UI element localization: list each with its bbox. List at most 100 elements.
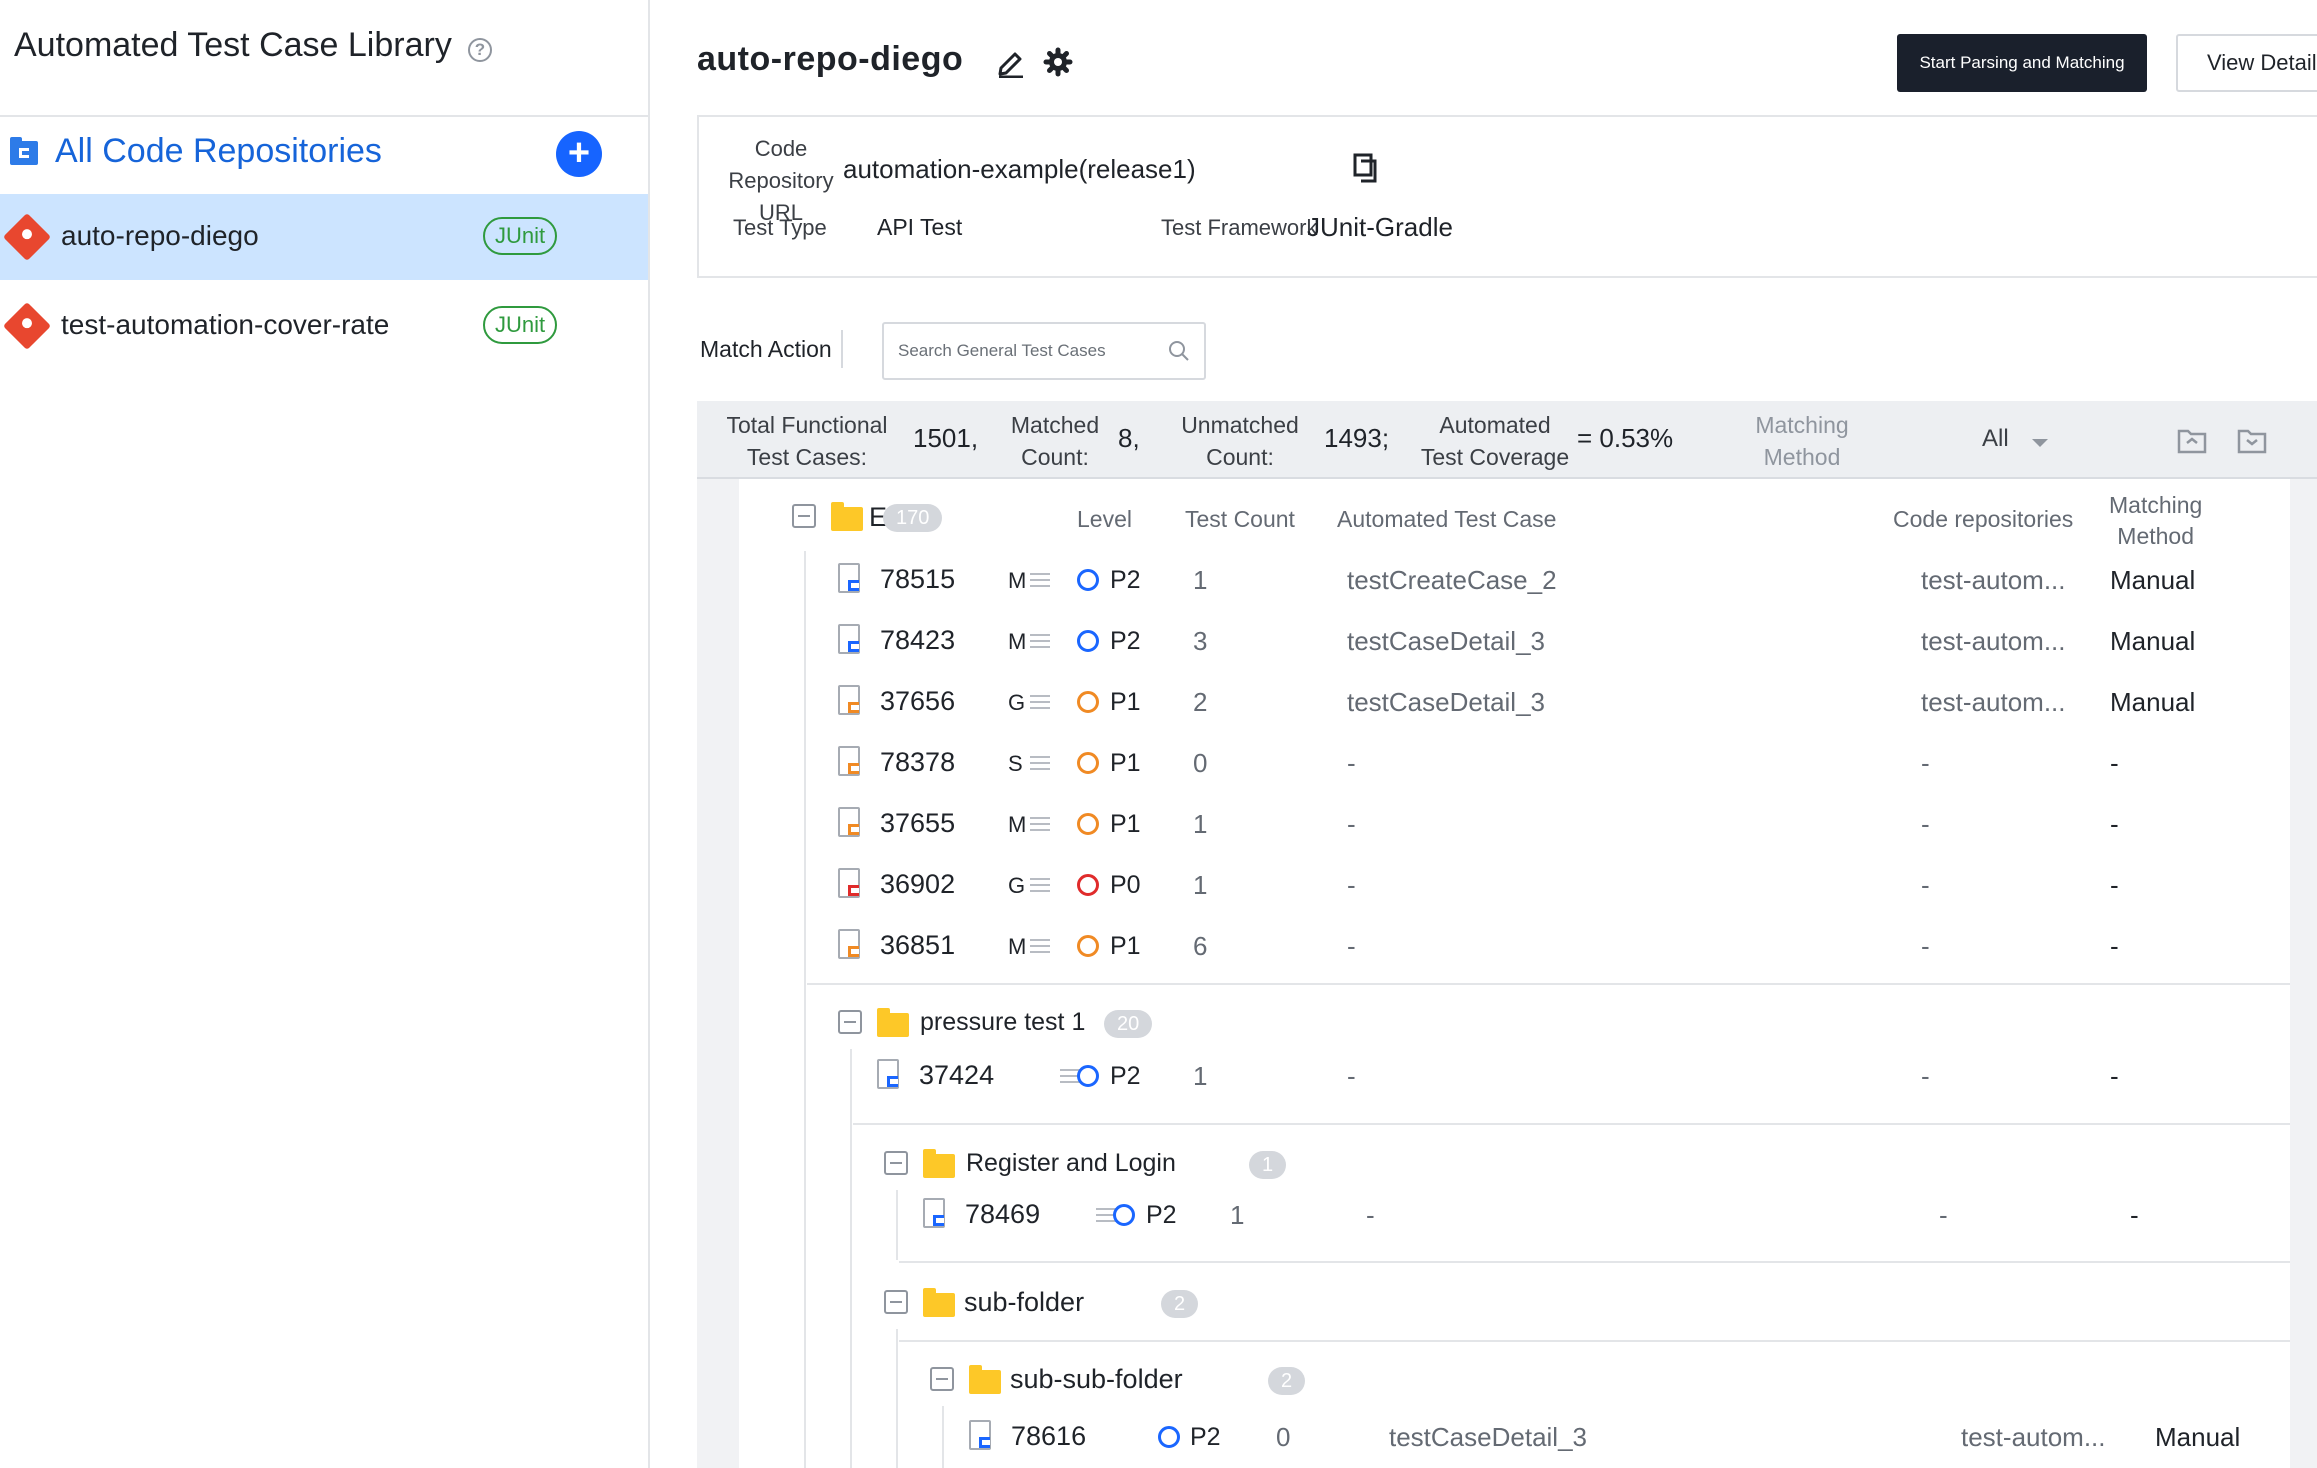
search-icon[interactable] — [1168, 340, 1190, 362]
matching-method: - — [2110, 870, 2119, 900]
repo-item-test-automation-cover-rate[interactable]: test-automation-cover-rate JUnit — [0, 283, 648, 369]
table-row[interactable]: 78469 P2 1 - - - — [697, 1183, 2317, 1243]
code-repository: test-autom... — [1921, 687, 2066, 717]
collapse-toggle[interactable] — [884, 1290, 908, 1314]
copy-icon[interactable] — [1353, 153, 1379, 183]
code-repository: - — [1939, 1200, 1948, 1230]
total-cases-label: Total Functional Test Cases: — [726, 412, 888, 470]
collapse-toggle[interactable] — [930, 1367, 954, 1391]
matching-method: - — [2110, 809, 2119, 839]
table-row[interactable]: 78378 S P1 0 - - - — [697, 731, 2317, 791]
total-cases-value: 1501, — [913, 423, 979, 453]
automated-test-case: - — [1347, 870, 1356, 900]
folder-name[interactable]: pressure test 1 — [920, 1008, 1085, 1037]
code-repository: - — [1921, 809, 1930, 839]
sidebar: Automated Test Case Library ? All Code R… — [0, 0, 650, 1468]
start-parsing-button[interactable]: Start Parsing and Matching — [1897, 34, 2147, 92]
automated-test-case: testCaseDetail_3 — [1347, 626, 1545, 656]
gear-icon[interactable] — [1043, 47, 1073, 77]
folder-count-badge: 1 — [1249, 1151, 1287, 1179]
priority-icon — [1077, 1065, 1099, 1087]
test-case-type: G — [1008, 690, 1026, 715]
code-repository: test-autom... — [1921, 626, 2066, 656]
column-header-code-repositories: Code repositories — [1893, 506, 2074, 532]
table-row[interactable]: 37656 G P1 2 testCaseDetail_3 test-autom... Ma… — [697, 670, 2317, 730]
test-count: 1 — [1193, 565, 1208, 595]
matching-method: - — [2130, 1200, 2139, 1230]
automated-test-case: - — [1366, 1200, 1375, 1230]
matched-count-label: Matched Count: — [1010, 412, 1100, 470]
priority-icon — [1077, 813, 1099, 835]
unmatched-count-value: 1493; — [1324, 423, 1390, 453]
description-icon — [1030, 939, 1050, 953]
folder-name[interactable]: sub-folder — [964, 1287, 1084, 1318]
code-repository: - — [1921, 748, 1930, 778]
view-details-button[interactable]: View Details — [2176, 34, 2317, 92]
search-input[interactable] — [898, 324, 1158, 378]
add-repository-button[interactable]: + — [556, 131, 602, 177]
repo-item-auto-repo-diego[interactable]: auto-repo-diego JUnit — [0, 194, 648, 280]
test-count: 0 — [1193, 748, 1208, 778]
repo-title: auto-repo-diego — [697, 40, 964, 78]
priority-label: P1 — [1110, 932, 1141, 960]
table-row[interactable]: 37424 P2 1 - - - — [697, 1044, 2317, 1104]
folder-name[interactable]: sub-sub-folder — [1010, 1364, 1183, 1395]
code-repository: test-autom... — [1921, 565, 2066, 595]
table-row[interactable]: 36902 G P0 1 - - - — [697, 853, 2317, 913]
matching-method: Manual — [2110, 687, 2196, 717]
code-repository: - — [1921, 1061, 1930, 1091]
test-case-type: G — [1008, 873, 1026, 898]
description-icon — [1030, 573, 1050, 587]
test-case-id: 78616 — [1011, 1421, 1087, 1451]
test-case-icon — [838, 807, 860, 837]
priority-label: P1 — [1110, 688, 1141, 716]
expand-folders-icon[interactable] — [2175, 423, 2209, 457]
matching-method: Manual — [2155, 1422, 2241, 1452]
test-case-id: 36851 — [880, 930, 956, 960]
table-row[interactable]: 37655 M P1 1 - - - — [697, 792, 2317, 852]
priority-label: P2 — [1146, 1201, 1177, 1229]
column-header-test-count: Test Count — [1185, 506, 1295, 532]
test-case-id: 37655 — [880, 808, 956, 838]
table-row[interactable]: 78423 M P2 3 testCaseDetail_3 test-autom... Ma… — [697, 609, 2317, 669]
table-row[interactable]: 78616 P2 0 testCaseDetail_3 test-autom..… — [697, 1405, 2317, 1465]
row-separator — [899, 1261, 2290, 1263]
test-framework-label: Test Framework — [1161, 215, 1318, 240]
table-row[interactable]: 78515 M P2 1 testCreateCase_2 test-autom... Ma… — [697, 548, 2317, 608]
test-case-type: M — [1008, 812, 1027, 837]
description-icon — [1030, 878, 1050, 892]
chevron-down-icon[interactable] — [2032, 439, 2048, 447]
help-icon[interactable]: ? — [468, 38, 492, 62]
collapse-folders-icon[interactable] — [2235, 423, 2269, 457]
priority-label: P2 — [1190, 1423, 1221, 1451]
collapse-toggle[interactable] — [792, 504, 816, 528]
test-case-id: 78469 — [965, 1199, 1041, 1229]
test-case-icon — [877, 1059, 899, 1089]
coverage-label: Automated Test Coverage — [1420, 412, 1570, 470]
test-type-value: API Test — [877, 214, 963, 240]
git-icon — [2, 301, 52, 351]
column-header-automated-test-case: Automated Test Case — [1337, 506, 1557, 532]
matching-method: Manual — [2110, 626, 2196, 656]
search-box[interactable] — [882, 322, 1206, 380]
test-case-id: 78378 — [880, 747, 956, 777]
test-count: 1 — [1193, 1061, 1208, 1091]
folder-name[interactable]: Register and Login — [966, 1149, 1176, 1178]
all-code-repositories-link[interactable]: All Code Repositories — [55, 132, 382, 171]
test-case-id: 78515 — [880, 564, 956, 594]
automated-test-case: - — [1347, 748, 1356, 778]
collapse-toggle[interactable] — [884, 1151, 908, 1175]
test-case-id: 37656 — [880, 686, 956, 716]
automated-test-case: - — [1347, 1061, 1356, 1091]
test-case-id: 36902 — [880, 869, 956, 899]
description-icon — [1030, 695, 1050, 709]
edit-icon[interactable] — [995, 46, 1027, 78]
priority-label: P2 — [1110, 566, 1141, 594]
collapse-toggle[interactable] — [838, 1010, 862, 1034]
table-row[interactable]: 36851 M P1 6 - - - — [697, 914, 2317, 974]
folder-count-badge: 20 — [1104, 1010, 1153, 1038]
automated-test-case: testCreateCase_2 — [1347, 565, 1557, 595]
match-action-label[interactable]: Match Action — [700, 336, 832, 363]
matching-method-select[interactable]: All — [1982, 425, 2009, 453]
repo-name: auto-repo-diego — [61, 220, 259, 251]
